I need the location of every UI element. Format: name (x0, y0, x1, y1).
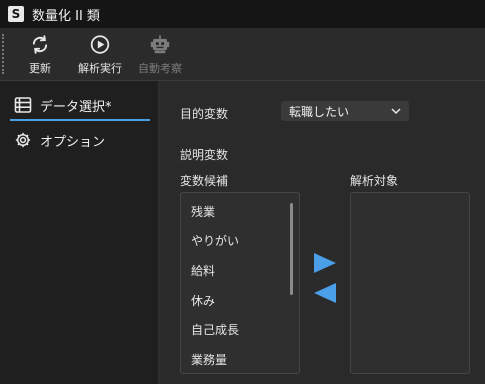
toolbar: 更新 解析実行 自動考察 (0, 28, 485, 81)
list-item[interactable]: 自己成長 (191, 321, 239, 338)
robot-icon (150, 35, 170, 54)
list-item[interactable]: 残業 (191, 203, 215, 220)
run-analysis-button[interactable]: 解析実行 (75, 32, 125, 76)
app-logo: S (8, 6, 24, 22)
targets-listbox[interactable] (350, 192, 470, 374)
candidates-listbox[interactable]: 残業 やりがい 給料 休み 自己成長 業務量 (180, 192, 300, 374)
refresh-icon (32, 35, 48, 54)
list-item[interactable]: 給料 (191, 262, 215, 279)
list-item[interactable]: 休み (191, 292, 215, 309)
sidebar-item-label: オプション (40, 134, 106, 150)
gear-icon (15, 132, 31, 148)
arrow-left-icon (314, 283, 336, 303)
table-list-icon (14, 97, 32, 113)
auto-insight-label: 自動考察 (138, 62, 182, 75)
list-item[interactable]: やりがい (191, 232, 239, 249)
objective-variable-label: 目的変数 (180, 107, 229, 121)
main-panel: 目的変数 転職したい 説明変数 変数候補 解析対象 残業 やりがい 給料 休み … (160, 81, 485, 384)
candidates-label: 変数候補 (180, 174, 229, 188)
window-title: 数量化 II 類 (32, 8, 100, 24)
toolbar-grip[interactable] (2, 34, 6, 74)
refresh-label: 更新 (29, 62, 51, 75)
run-analysis-label: 解析実行 (78, 62, 122, 75)
objective-variable-value: 転職したい (289, 104, 350, 119)
objective-variable-select[interactable]: 転職したい (281, 101, 409, 121)
auto-insight-button[interactable]: 自動考察 (135, 32, 185, 76)
chevron-down-icon (391, 108, 401, 115)
arrow-right-icon (314, 253, 336, 273)
sidebar: データ選択* オプション (0, 81, 160, 384)
title-bar: S 数量化 II 類 (0, 0, 485, 28)
refresh-button[interactable]: 更新 (24, 32, 56, 76)
remove-variable-button[interactable] (312, 281, 338, 305)
play-icon (90, 35, 110, 54)
list-item[interactable]: 業務量 (191, 351, 227, 368)
sidebar-item-options[interactable]: オプション (10, 126, 105, 154)
sidebar-item-data-selection[interactable]: データ選択* (10, 91, 150, 121)
add-variable-button[interactable] (312, 251, 338, 275)
explanatory-variables-label: 説明変数 (180, 148, 229, 162)
sidebar-item-label: データ選択* (40, 99, 112, 115)
targets-label: 解析対象 (350, 174, 399, 188)
scrollbar[interactable] (290, 203, 293, 295)
